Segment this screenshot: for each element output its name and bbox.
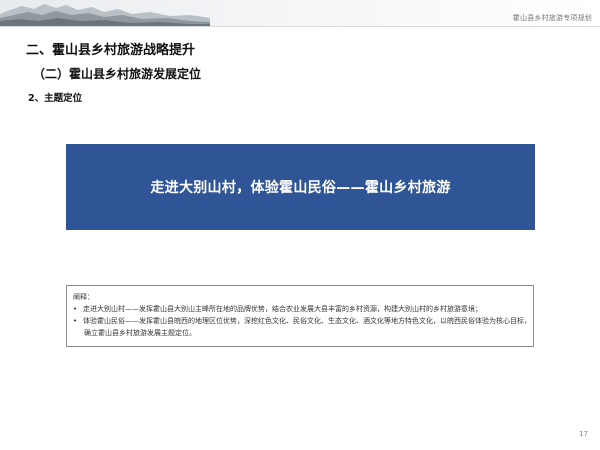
explanation-item: • 体验霍山民俗——发挥霍山县皖西的地理区位优势，深挖红色文化、民俗文化、生态文化… (73, 315, 531, 327)
section-subtitle: （二）霍山县乡村旅游发展定位 (33, 67, 202, 81)
explanation-text: 体验霍山民俗——发挥霍山县皖西的地理区位优势，深挖红色文化、民俗文化、生态文化、… (83, 317, 531, 325)
explanation-title: 阐释： (73, 293, 94, 301)
subsection-heading: 2、主题定位 (28, 93, 83, 104)
explanation-text: 走进大别山村——发挥霍山县大别山主峰所在地的品牌优势，结合农业发展大县丰富的乡村… (83, 305, 482, 313)
explanation-text-continued: 确立霍山县乡村旅游发展主题定位。 (84, 329, 196, 337)
bullet-icon: • (73, 305, 78, 313)
bullet-icon: • (73, 317, 78, 325)
report-title-label: 霍山县乡村旅游专项规划 (512, 14, 592, 22)
page-number: 17 (579, 430, 588, 438)
section-title: 二、霍山县乡村旅游战略提升 (26, 43, 196, 58)
header-divider (0, 26, 600, 27)
slogan-text: 走进大别山村，体验霍山民俗——霍山乡村旅游 (150, 180, 451, 196)
mountain-landscape-image (0, 4, 210, 26)
slogan-banner: 走进大别山村，体验霍山民俗——霍山乡村旅游 (66, 144, 535, 230)
explanation-box: 阐释： • 走进大别山村——发挥霍山县大别山主峰所在地的品牌优势，结合农业发展大县… (66, 285, 534, 347)
header-banner: 霍山县乡村旅游专项规划 (0, 0, 600, 26)
explanation-item: • 走进大别山村——发挥霍山县大别山主峰所在地的品牌优势，结合农业发展大县丰富的乡… (73, 303, 527, 315)
